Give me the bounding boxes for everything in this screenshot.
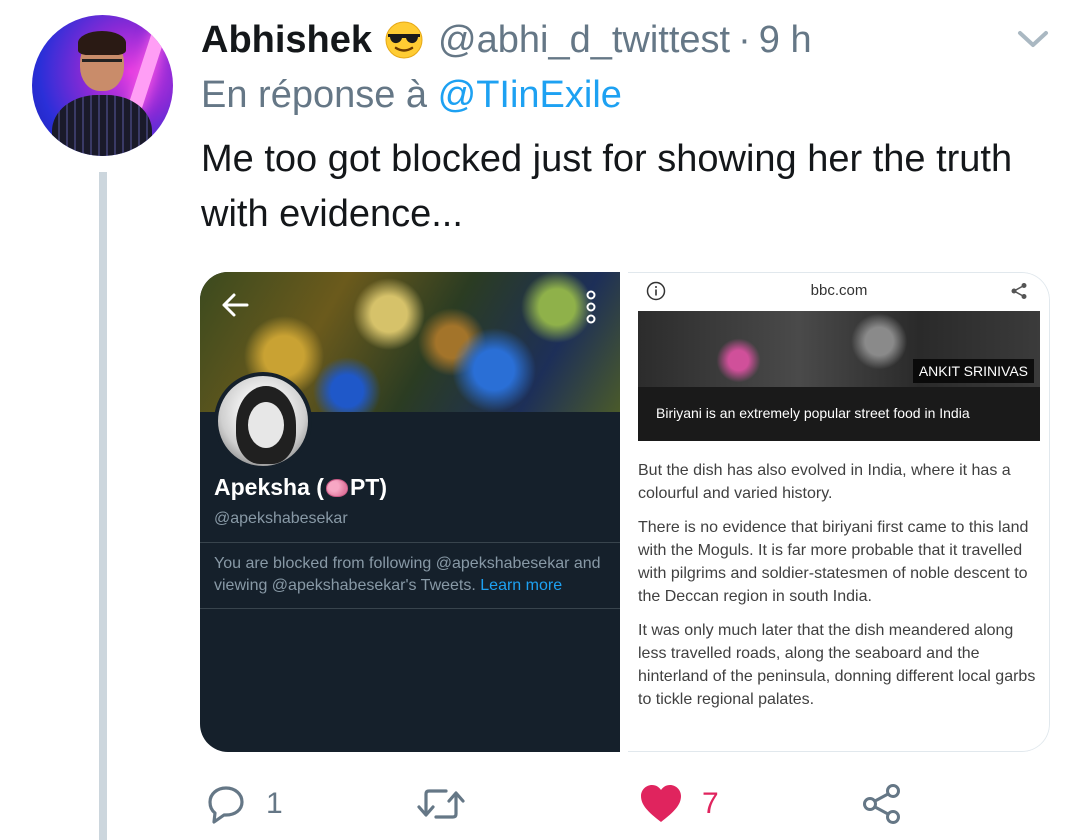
profile-divider-bottom (200, 608, 620, 609)
share-icon (1011, 283, 1027, 299)
retweet-icon (417, 789, 465, 819)
blocked-notice: You are blocked from following @apekshab… (214, 553, 610, 597)
reply-icon (208, 786, 244, 824)
profile-name: Apeksha ( PT) (214, 474, 387, 501)
like-button[interactable]: 7 (638, 782, 719, 826)
retweet-button[interactable] (416, 782, 484, 826)
learn-more-link: Learn more (480, 577, 563, 594)
reply-button[interactable]: 1 (204, 782, 283, 826)
browser-bar: bbc.com (628, 273, 1049, 309)
media-screenshot-article[interactable]: bbc.com ANKIT SRINIVAS Biriyani is an ex… (628, 272, 1050, 752)
share-icon (863, 784, 900, 824)
tweet-media[interactable]: Apeksha ( PT) @apekshabesekar You are blo… (200, 272, 1050, 752)
profile-name-start: Apeksha ( (214, 474, 324, 500)
photo-credit: ANKIT SRINIVAS (912, 359, 1034, 383)
profile-name-end: PT) (349, 474, 387, 500)
profile-avatar-face (248, 402, 284, 448)
heart-icon (641, 785, 681, 822)
tweet-actions: 1 7 (200, 782, 1060, 826)
tweet-time[interactable]: 9 h (759, 19, 812, 62)
back-arrow-icon (222, 293, 249, 317)
share-button[interactable] (860, 782, 904, 826)
article-body: But the dish has also evolved in India, … (638, 459, 1038, 722)
photo-caption: Biriyani is an extremely popular street … (638, 387, 1040, 441)
reply-mention-link[interactable]: @TIinExile (438, 74, 622, 116)
article-paragraph: It was only much later that the dish mea… (638, 622, 1036, 708)
article-paragraph: But the dish has also evolved in India, … (638, 462, 1011, 502)
profile-handle: @apekshabesekar (214, 510, 348, 527)
reply-prefix: En réponse à (201, 74, 428, 116)
avatar-hair (78, 31, 126, 55)
author-name[interactable]: Abhishek (201, 19, 372, 62)
tweet-text: Me too got blocked just for showing her … (201, 138, 1013, 235)
profile-divider (200, 542, 620, 543)
article-paragraph: There is no evidence that biriyani first… (638, 519, 1029, 605)
tweet-header: Abhishek @abhi_d_twittest · 9 h (201, 12, 812, 68)
chevron-down-icon[interactable] (1016, 26, 1050, 52)
profile-avatar (214, 372, 312, 470)
media-screenshot-profile[interactable]: Apeksha ( PT) @apekshabesekar You are blo… (200, 272, 620, 752)
separator-dot: · (738, 18, 751, 61)
article-photo: ANKIT SRINIVAS (638, 311, 1040, 387)
sunglasses-emoji-icon (384, 20, 424, 60)
browser-domain: bbc.com (810, 282, 868, 299)
brain-emoji-icon (325, 479, 348, 497)
author-handle[interactable]: @abhi_d_twittest (438, 19, 730, 62)
more-vertical-icon (586, 290, 596, 324)
reply-context: En réponse à @TIinExile (201, 74, 622, 117)
reply-count: 1 (266, 787, 283, 820)
avatar-shirt (52, 95, 152, 156)
avatar-glasses (82, 59, 122, 67)
like-count: 7 (702, 787, 719, 820)
author-avatar[interactable] (32, 15, 173, 156)
thread-line (99, 172, 107, 840)
